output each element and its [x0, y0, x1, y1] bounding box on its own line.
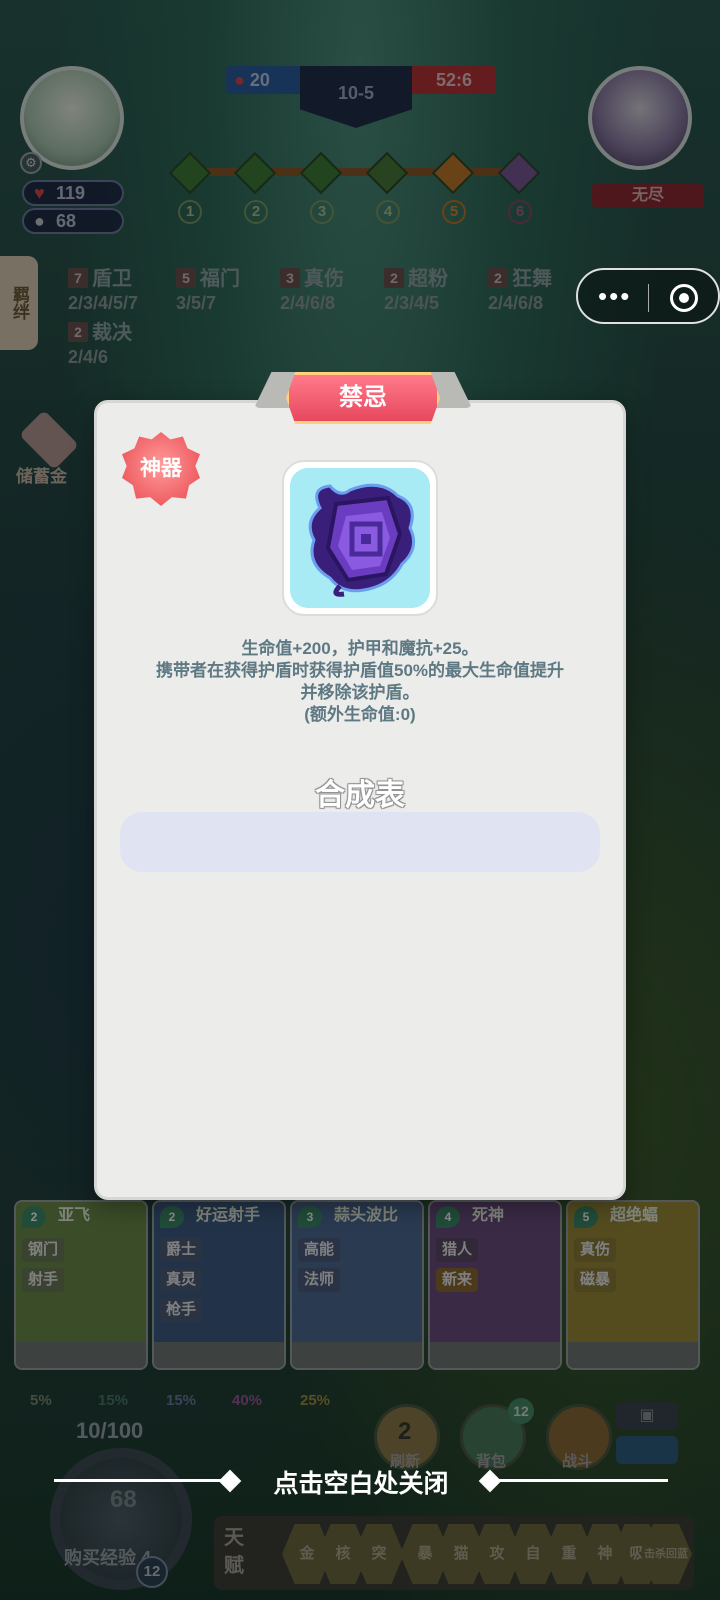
item-description: 生命值+200，护甲和魔抗+25。 携带者在获得护盾时获得护盾值50%的最大生命…	[120, 638, 600, 726]
item-icon-background	[290, 468, 430, 608]
description-line: 并移除该护盾。	[300, 683, 420, 702]
capsule-divider	[648, 284, 649, 312]
miniprogram-capsule: •••	[576, 268, 720, 324]
close-hint-line-right	[490, 1479, 668, 1482]
recipe-list	[120, 812, 600, 872]
close-miniprogram-icon[interactable]	[670, 284, 698, 312]
description-line: 生命值+200，护甲和魔抗+25。	[241, 639, 479, 658]
item-category-title: 禁忌	[286, 372, 440, 424]
description-line: 携带者在获得护盾时获得护盾值50%的最大生命值提升	[155, 661, 565, 680]
close-hint-line-left	[54, 1479, 232, 1482]
item-icon-frame	[282, 460, 438, 616]
description-line: (额外生命值:0)	[304, 705, 416, 724]
recipe-title: 合成表	[315, 779, 405, 812]
dark-shield-icon	[308, 483, 416, 597]
close-hint-text[interactable]: 点击空白处关闭	[232, 1464, 490, 1500]
more-options-icon[interactable]: •••	[598, 282, 631, 310]
